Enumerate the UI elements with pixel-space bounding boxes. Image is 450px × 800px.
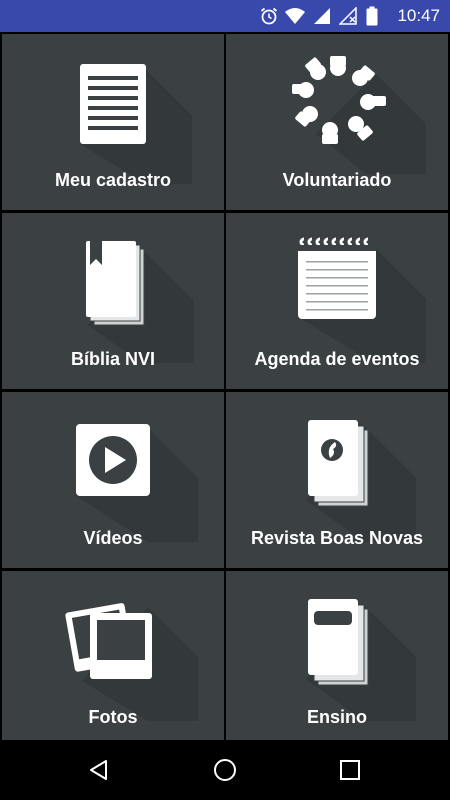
wifi-icon — [281, 7, 309, 25]
status-clock: 10:47 — [397, 6, 440, 25]
tile-agenda-de-eventos[interactable]: Agenda de eventos — [226, 213, 448, 389]
tile-label: Ensino — [306, 707, 367, 727]
tile-label: Voluntariado — [282, 170, 392, 190]
tile-label: Revista Boas Novas — [250, 528, 424, 548]
tile-label: Fotos — [88, 707, 138, 727]
recents-button[interactable] — [330, 755, 370, 785]
tile-biblia-nvi[interactable]: Bíblia NVI — [2, 213, 224, 389]
recents-icon — [340, 760, 360, 780]
tile-revista-boas-novas[interactable]: Revista Boas Novas — [226, 392, 448, 568]
back-button[interactable] — [79, 755, 119, 785]
menu-grid: Meu cadastro Voluntariado Bíblia NVI Age… — [0, 32, 450, 747]
navigation-bar — [0, 740, 450, 800]
tile-label: Agenda de eventos — [254, 349, 420, 369]
alarm-icon — [257, 6, 281, 26]
battery-icon — [361, 6, 383, 26]
tile-videos[interactable]: Vídeos — [2, 392, 224, 568]
tile-ensino[interactable]: Ensino — [226, 571, 448, 747]
tile-voluntariado[interactable]: Voluntariado — [226, 34, 448, 210]
home-icon — [214, 759, 236, 781]
tile-label: Meu cadastro — [54, 170, 172, 190]
cell-signal-icon — [309, 7, 335, 25]
back-icon — [90, 760, 107, 780]
status-bar: 10:47 — [0, 0, 450, 32]
tile-fotos[interactable]: Fotos — [2, 571, 224, 747]
status-icons: 10:47 — [257, 0, 450, 32]
tile-label: Vídeos — [83, 528, 143, 548]
tile-label: Bíblia NVI — [70, 349, 155, 369]
no-sim-signal-icon — [335, 7, 361, 25]
home-button[interactable] — [205, 755, 245, 785]
tile-meu-cadastro[interactable]: Meu cadastro — [2, 34, 224, 210]
